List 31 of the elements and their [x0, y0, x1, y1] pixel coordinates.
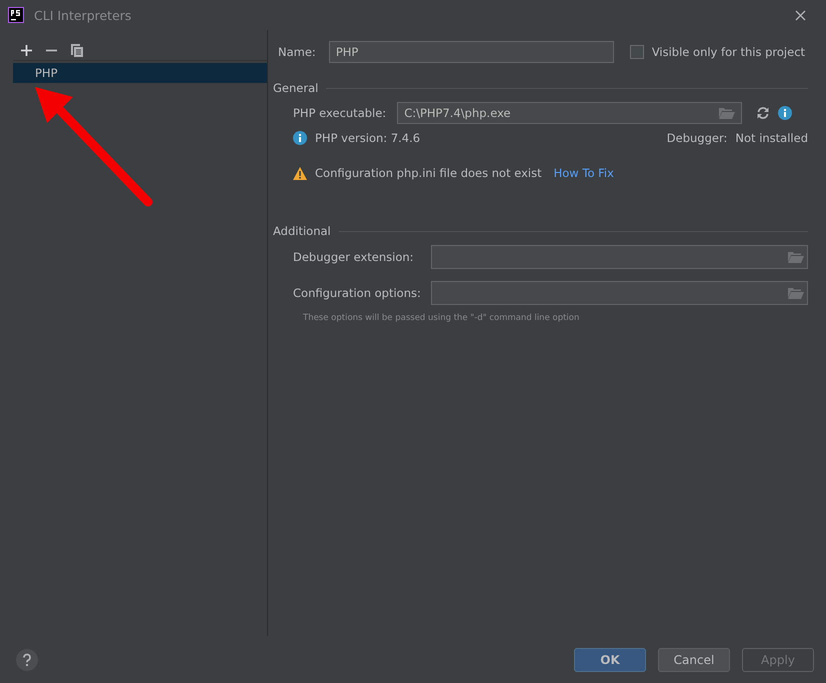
visibility-checkbox[interactable] — [630, 45, 644, 59]
dialog-button[interactable]: Cancel — [658, 648, 730, 672]
checkbox-label: Visible only for this project — [652, 45, 806, 59]
debugger-label: Debugger: — [666, 131, 728, 145]
path-field[interactable] — [431, 245, 808, 269]
interpreter-item[interactable]: PHP — [13, 63, 267, 83]
field-label: Name: — [278, 45, 316, 59]
debugger-status: Not installed — [735, 131, 808, 145]
section-heading: General — [273, 81, 318, 95]
warning-icon — [293, 166, 307, 180]
field-label: Debugger extension: — [293, 250, 415, 264]
path-field[interactable] — [431, 281, 808, 305]
app-logo-icon — [8, 7, 24, 23]
version-text: PHP version: 7.4.6 — [315, 131, 420, 145]
how-to-fix-link[interactable]: How To Fix — [554, 166, 614, 180]
dialog-button[interactable]: OK — [574, 648, 646, 672]
section-heading: Additional — [273, 224, 331, 238]
name-field[interactable]: PHP — [328, 41, 614, 63]
copy-icon[interactable] — [71, 44, 83, 56]
info-icon — [293, 131, 307, 145]
hint-text: These options will be passed using the "-d" command line option — [302, 313, 580, 323]
field-label: Configuration options: — [293, 286, 422, 300]
refresh-icon[interactable] — [756, 106, 770, 120]
warning-text: Configuration php.ini file does not exist — [315, 166, 542, 180]
field-label: PHP executable: — [293, 106, 386, 120]
add-icon[interactable] — [21, 44, 32, 56]
help-icon[interactable] — [16, 648, 38, 670]
window-title: CLI Interpreters — [34, 8, 132, 22]
close-icon[interactable] — [795, 10, 806, 20]
executable-field[interactable]: C:\PHP7.4\php.exe — [397, 102, 742, 124]
info-icon[interactable] — [778, 106, 792, 120]
